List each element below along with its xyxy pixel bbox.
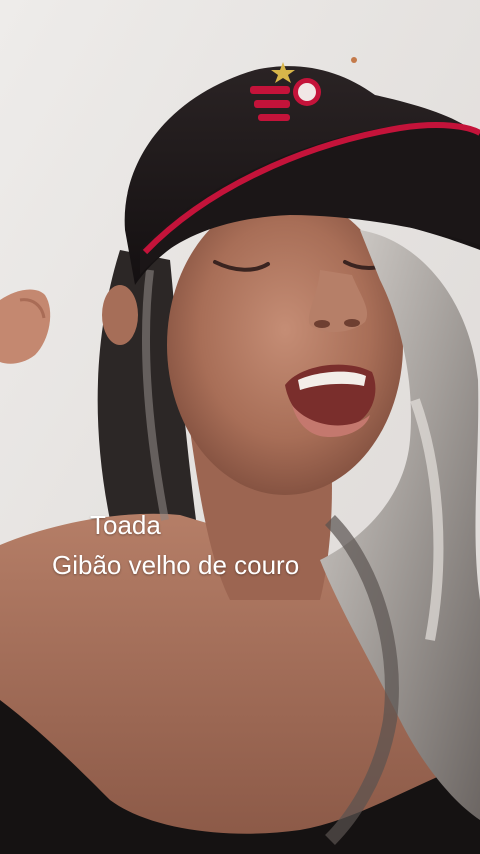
caption-subtitle: Gibão velho de couro <box>52 550 300 580</box>
story-frame: Toada Gibão velho de couro <box>0 0 480 854</box>
ear <box>102 285 138 345</box>
photo-scene <box>0 0 480 854</box>
caption-title: Toada <box>90 510 161 540</box>
